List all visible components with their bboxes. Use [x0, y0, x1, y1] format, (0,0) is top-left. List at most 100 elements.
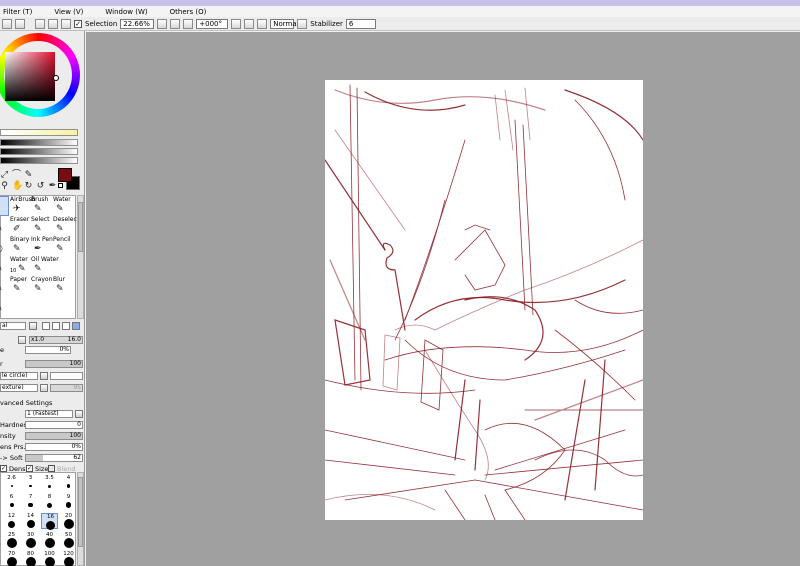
zoom-reset-button[interactable]	[183, 18, 194, 29]
brush-tool-oil-water[interactable]: Oil Water ✎	[30, 256, 59, 276]
brush-size-7[interactable]: 7	[22, 494, 39, 510]
brush-tool-water[interactable]: Water ✎	[52, 196, 71, 216]
brush-size-16[interactable]: 16	[41, 513, 58, 530]
quality-dropdown[interactable]	[75, 410, 83, 418]
advanced-settings-label[interactable]: vanced Settings	[0, 398, 52, 408]
lasso-icon[interactable]: ⌒	[12, 170, 21, 180]
invert-selection-button[interactable]	[48, 18, 58, 29]
brush-size-14[interactable]: 14	[22, 513, 39, 529]
brush-size-120[interactable]: 120	[60, 551, 77, 566]
brush-size-3.5[interactable]: 3.5	[41, 475, 58, 491]
blend-mode-dropdown[interactable]	[29, 322, 37, 330]
value-slider[interactable]	[0, 148, 78, 155]
rotate-right-button[interactable]	[244, 18, 255, 29]
rotation-field[interactable]: +000°	[196, 18, 229, 29]
view-mode-field[interactable]: Normal	[270, 18, 299, 29]
saturation-slider[interactable]	[0, 139, 78, 146]
soft-slider[interactable]: 62	[25, 454, 83, 462]
flip-button[interactable]	[297, 18, 308, 29]
brush-size-40[interactable]: 40	[41, 532, 58, 548]
brush-tool-water-2[interactable]: Water 10 ✎	[9, 256, 28, 276]
brush-shape-dropdown[interactable]	[40, 372, 48, 380]
brush-size-100[interactable]: 100	[41, 551, 58, 566]
stabilizer-select[interactable]: 6	[345, 18, 376, 29]
rotate-left-button[interactable]	[231, 18, 242, 29]
brush-tool-paper[interactable]: Paper ✎	[9, 276, 27, 296]
brush-shape-strength[interactable]	[50, 372, 83, 380]
size-dropdown[interactable]	[18, 336, 26, 344]
brush-texture-select[interactable]: exture)	[0, 384, 38, 392]
menu-window[interactable]: Window (W)	[105, 8, 147, 16]
color-picker-marker[interactable]	[53, 75, 59, 81]
brush-size-2.6[interactable]: 2.6	[3, 475, 20, 491]
selection-checkbox[interactable]: ✓	[74, 19, 82, 28]
menu-view[interactable]: View (V)	[54, 8, 83, 16]
brush-size-9[interactable]: 9	[60, 494, 77, 510]
shape-soft-icon[interactable]	[62, 322, 70, 330]
blend-checkbox[interactable]	[48, 465, 55, 472]
density-slider[interactable]: 100	[25, 360, 83, 368]
saturation-value-square[interactable]	[5, 52, 55, 101]
eyedropper-icon[interactable]: ✎	[24, 170, 33, 180]
brush-texture-dropdown[interactable]	[40, 384, 48, 392]
brush-size-25[interactable]: 25	[3, 532, 20, 548]
brush-size-6[interactable]: 6	[3, 494, 20, 510]
alpha-slider[interactable]	[0, 157, 78, 164]
min-density-slider[interactable]: 100	[25, 432, 83, 440]
brush-size-4[interactable]: 4	[60, 475, 77, 491]
dens-checkbox[interactable]: ✓	[0, 465, 7, 472]
brush-tool-select[interactable]: Select ✎	[30, 216, 50, 236]
foreground-color-swatch[interactable]	[58, 168, 72, 182]
menu-others[interactable]: Others (O)	[170, 8, 207, 16]
blend-mode-select[interactable]: al	[0, 322, 26, 330]
transform-icon[interactable]: ⤢	[0, 170, 9, 180]
size-slider[interactable]: x1.0 16.0	[29, 336, 83, 344]
shape-square-icon[interactable]	[72, 322, 80, 330]
rotate-reset-button[interactable]	[257, 18, 268, 29]
zoom-icon[interactable]: ⚲	[0, 181, 9, 191]
show-selection-button[interactable]	[61, 18, 71, 29]
brush-size-scrollbar[interactable]	[77, 472, 84, 566]
brush-tool-eraser[interactable]: Eraser ✐	[9, 216, 29, 236]
brush-size-70[interactable]: 70	[3, 551, 20, 566]
brush-size-20[interactable]: 20	[60, 513, 77, 529]
max-dens-prs-slider[interactable]: 0%	[25, 443, 83, 451]
brush-tool-ink-pen[interactable]: Ink Pen ✒	[30, 236, 53, 256]
brush-size-80[interactable]: 80	[22, 551, 39, 566]
size-checkbox[interactable]: ✓	[26, 465, 33, 472]
rotate-icon[interactable]: ↻	[24, 181, 33, 191]
zoom-in-button[interactable]	[170, 18, 181, 29]
eyedropper-icon[interactable]: ✒	[48, 181, 57, 191]
canvas-workspace[interactable]	[86, 32, 800, 566]
undo-button[interactable]	[2, 18, 12, 29]
brush-tool-brush[interactable]: Brush ✎	[30, 196, 48, 216]
brush-shape-select[interactable]: le circle)	[0, 372, 38, 380]
brush-tool-pencil[interactable]: Pencil ✎	[52, 236, 71, 256]
brush-size-30[interactable]: 30	[22, 532, 39, 548]
redo-button[interactable]	[15, 18, 25, 29]
zoom-field[interactable]: 22.66%	[120, 18, 155, 29]
brush-tool-airbrush[interactable]: AirBrush ✈	[9, 196, 36, 216]
brush-tool-crayon[interactable]: Crayon ✎	[30, 276, 52, 296]
hand-icon[interactable]: ✋	[12, 181, 23, 191]
rotate-alt-icon[interactable]: ↺	[36, 181, 45, 191]
brush-size-8[interactable]: 8	[41, 494, 58, 510]
shape-hard-icon[interactable]	[42, 322, 50, 330]
brush-tool-selected[interactable]: /	[0, 196, 9, 216]
brush-tool-deselect[interactable]: Deselect ✎	[52, 216, 79, 236]
quality-select[interactable]: 1 (Fastest)	[25, 410, 73, 418]
brush-grid-scrollbar[interactable]	[77, 195, 84, 319]
brush-tool-binary[interactable]: Binary ✎	[9, 236, 29, 256]
zoom-out-button[interactable]	[157, 18, 168, 29]
menu-filter[interactable]: Filter (T)	[3, 8, 32, 16]
brush-tool-blur[interactable]: Blur ✎	[52, 276, 70, 296]
brush-size-3[interactable]: 3	[22, 475, 39, 491]
deselect-button[interactable]	[35, 18, 45, 29]
hardness-slider[interactable]: 0	[25, 421, 83, 429]
transparent-color-swatch[interactable]	[58, 183, 63, 188]
brush-texture-strength[interactable]: 95	[50, 384, 83, 392]
brush-size-50[interactable]: 50	[60, 532, 77, 548]
brush-size-12[interactable]: 12	[3, 513, 20, 529]
drawing-canvas[interactable]	[325, 80, 643, 520]
hue-slider[interactable]	[0, 129, 78, 136]
